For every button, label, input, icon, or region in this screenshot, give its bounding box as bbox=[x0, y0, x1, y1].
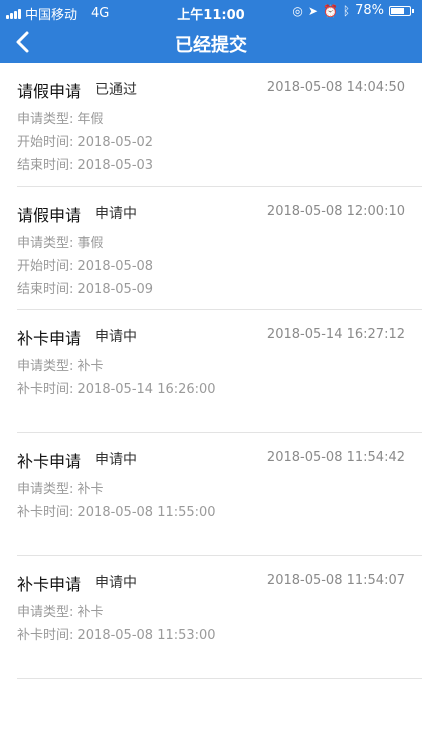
status-badge: 申请中 bbox=[95, 452, 137, 468]
status-badge: 申请中 bbox=[95, 575, 137, 591]
list-item[interactable]: 请假申请 申请中 2018-05-08 12:00:10 申请类型: 事假 开始… bbox=[17, 187, 422, 310]
item-detail: 结束时间: 2018-05-03 bbox=[17, 158, 154, 173]
alarm-icon: ⏰ bbox=[322, 3, 338, 18]
list-item[interactable]: 补卡申请 申请中 2018-05-08 11:54:07 申请类型: 补卡 补卡… bbox=[17, 556, 422, 679]
app-header: 中国移动 4G 上午11:00 ◎ ➤ ⏰ ᛒ 78% 已经提交 bbox=[0, 0, 422, 63]
item-detail: 申请类型: 补卡 bbox=[17, 359, 104, 374]
item-detail: 开始时间: 2018-05-02 bbox=[17, 135, 154, 150]
list-item[interactable]: 补卡申请 申请中 2018-05-08 11:54:42 申请类型: 补卡 补卡… bbox=[17, 433, 422, 556]
status-bar: 中国移动 4G 上午11:00 ◎ ➤ ⏰ ᛒ 78% bbox=[0, 0, 422, 23]
item-detail: 申请类型: 补卡 bbox=[17, 482, 104, 497]
nav-bar: 已经提交 bbox=[0, 22, 422, 63]
item-detail: 补卡时间: 2018-05-08 11:55:00 bbox=[17, 505, 216, 520]
item-title: 补卡申请 bbox=[17, 452, 82, 471]
bluetooth-icon: ᛒ bbox=[342, 3, 351, 18]
item-timestamp: 2018-05-14 16:27:12 bbox=[266, 327, 405, 342]
item-detail: 结束时间: 2018-05-09 bbox=[17, 282, 154, 297]
item-detail: 申请类型: 事假 bbox=[17, 236, 104, 251]
item-timestamp: 2018-05-08 12:00:10 bbox=[266, 204, 405, 219]
list-item[interactable]: 请假申请 已通过 2018-05-08 14:04:50 申请类型: 年假 开始… bbox=[17, 63, 422, 187]
item-title: 请假申请 bbox=[17, 206, 82, 225]
item-detail: 补卡时间: 2018-05-14 16:26:00 bbox=[17, 382, 216, 397]
item-timestamp: 2018-05-08 11:54:07 bbox=[266, 573, 405, 588]
page-title: 已经提交 bbox=[175, 35, 247, 56]
item-title: 补卡申请 bbox=[17, 329, 82, 348]
item-title: 请假申请 bbox=[17, 82, 82, 101]
item-detail: 开始时间: 2018-05-08 bbox=[17, 259, 154, 274]
status-badge: 申请中 bbox=[95, 329, 137, 345]
item-detail: 补卡时间: 2018-05-08 11:53:00 bbox=[17, 628, 216, 643]
item-timestamp: 2018-05-08 11:54:42 bbox=[266, 450, 405, 465]
battery-icon bbox=[389, 5, 411, 16]
battery-percent: 78% bbox=[355, 3, 384, 18]
item-title: 补卡申请 bbox=[17, 575, 82, 594]
status-badge: 申请中 bbox=[95, 206, 137, 222]
submission-list: 请假申请 已通过 2018-05-08 14:04:50 申请类型: 年假 开始… bbox=[0, 63, 422, 679]
status-badge: 已通过 bbox=[95, 82, 137, 98]
location-arrow-icon: ➤ bbox=[307, 3, 318, 18]
orientation-lock-icon: ◎ bbox=[292, 3, 303, 18]
item-timestamp: 2018-05-08 14:04:50 bbox=[266, 80, 405, 95]
item-detail: 申请类型: 补卡 bbox=[17, 605, 104, 620]
battery-fill bbox=[391, 7, 404, 14]
list-item[interactable]: 补卡申请 申请中 2018-05-14 16:27:12 申请类型: 补卡 补卡… bbox=[17, 310, 422, 433]
battery-tip bbox=[412, 8, 414, 13]
item-detail: 申请类型: 年假 bbox=[17, 112, 104, 127]
